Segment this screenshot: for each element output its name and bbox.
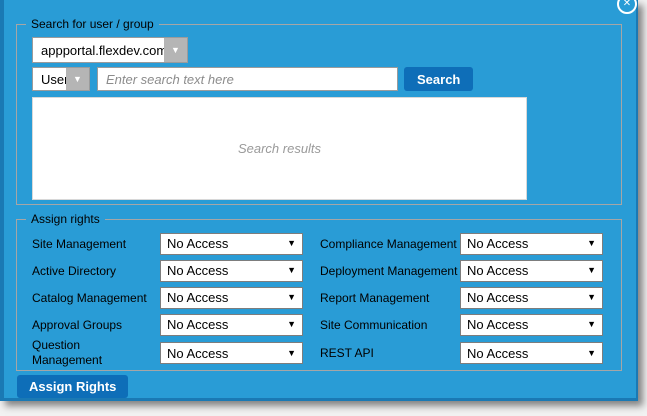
access-select-question-management[interactable]: No Access ▼ — [160, 342, 303, 364]
domain-select-value: appportal.flexdev.com — [33, 38, 164, 62]
assign-rights-dialog: ✕ Search for user / group appportal.flex… — [0, 0, 638, 401]
chevron-down-icon: ▼ — [287, 239, 296, 248]
chevron-down-icon: ▼ — [171, 46, 180, 55]
search-results-panel[interactable]: Search results — [32, 97, 527, 200]
access-select-site-communication[interactable]: No Access ▼ — [460, 314, 603, 336]
feature-label-site-communication: Site Communication — [320, 318, 460, 332]
feature-label-approval-groups: Approval Groups — [32, 318, 160, 332]
access-select-value: No Access — [167, 290, 228, 305]
feature-label-report-management: Report Management — [320, 291, 460, 305]
chevron-down-icon: ▼ — [587, 320, 596, 329]
assign-rights-button[interactable]: Assign Rights — [17, 375, 128, 398]
assign-rights-group-title: Assign rights — [26, 212, 105, 226]
access-select-compliance-management[interactable]: No Access ▼ — [460, 233, 603, 255]
chevron-down-icon: ▼ — [287, 320, 296, 329]
domain-select[interactable]: appportal.flexdev.com ▼ — [32, 37, 188, 63]
chevron-down-icon: ▼ — [287, 349, 296, 358]
access-select-value: No Access — [167, 317, 228, 332]
chevron-down-icon: ▼ — [587, 293, 596, 302]
search-type-select[interactable]: User ▼ — [32, 67, 90, 91]
search-group: Search for user / group appportal.flexde… — [16, 24, 622, 205]
feature-label-catalog-management: Catalog Management — [32, 291, 160, 305]
access-select-value: No Access — [167, 236, 228, 251]
access-select-approval-groups[interactable]: No Access ▼ — [160, 314, 303, 336]
access-select-value: No Access — [467, 346, 528, 361]
feature-label-active-directory: Active Directory — [32, 264, 160, 278]
search-input[interactable] — [97, 67, 398, 91]
search-type-dropdown-button[interactable]: ▼ — [66, 68, 89, 90]
access-select-site-management[interactable]: No Access ▼ — [160, 233, 303, 255]
search-group-title: Search for user / group — [26, 17, 159, 31]
access-select-value: No Access — [467, 290, 528, 305]
access-select-rest-api[interactable]: No Access ▼ — [460, 342, 603, 364]
search-type-value: User — [33, 68, 66, 90]
search-button[interactable]: Search — [404, 67, 473, 91]
chevron-down-icon: ▼ — [587, 266, 596, 275]
chevron-down-icon: ▼ — [287, 293, 296, 302]
domain-dropdown-button[interactable]: ▼ — [164, 38, 187, 62]
feature-label-site-management: Site Management — [32, 237, 160, 251]
screen: ✕ Search for user / group appportal.flex… — [0, 0, 647, 416]
feature-label-question-management: Question Management — [32, 338, 116, 368]
access-select-report-management[interactable]: No Access ▼ — [460, 287, 603, 309]
feature-label-deployment-management: Deployment Management — [320, 264, 460, 278]
chevron-down-icon: ▼ — [287, 266, 296, 275]
access-select-value: No Access — [467, 317, 528, 332]
access-select-catalog-management[interactable]: No Access ▼ — [160, 287, 303, 309]
feature-label-compliance-management: Compliance Management — [320, 237, 460, 251]
access-select-value: No Access — [467, 263, 528, 278]
access-select-active-directory[interactable]: No Access ▼ — [160, 260, 303, 282]
chevron-down-icon: ▼ — [587, 349, 596, 358]
feature-label-rest-api: REST API — [320, 346, 460, 360]
close-icon[interactable]: ✕ — [617, 0, 637, 14]
assign-rights-group: Assign rights Site Management No Access … — [16, 219, 622, 371]
close-icon-glyph: ✕ — [623, 0, 631, 9]
access-select-value: No Access — [467, 236, 528, 251]
assign-rights-grid: Site Management No Access ▼ Compliance M… — [32, 230, 607, 368]
chevron-down-icon: ▼ — [73, 75, 82, 84]
access-select-value: No Access — [167, 346, 228, 361]
access-select-value: No Access — [167, 263, 228, 278]
access-select-deployment-management[interactable]: No Access ▼ — [460, 260, 603, 282]
chevron-down-icon: ▼ — [587, 239, 596, 248]
search-results-placeholder: Search results — [238, 141, 321, 156]
